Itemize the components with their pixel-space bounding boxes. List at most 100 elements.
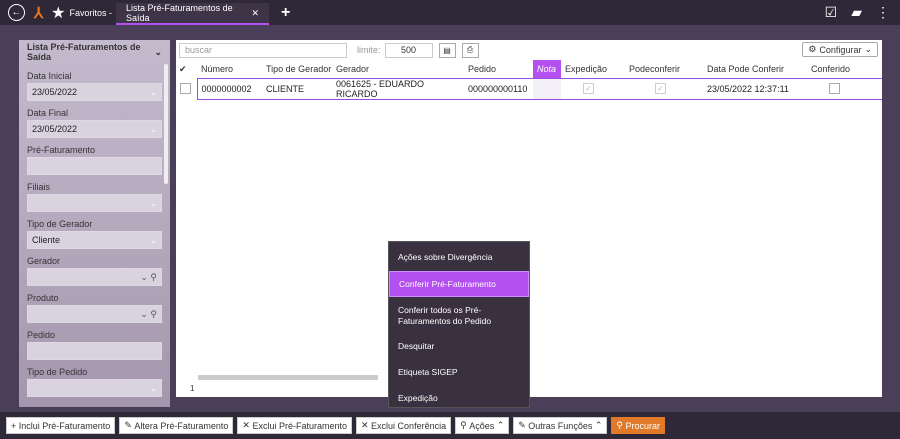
chat-icon[interactable]: ▰ bbox=[851, 4, 862, 21]
chevron-down-icon[interactable]: ⌄ bbox=[150, 125, 157, 134]
filter-input[interactable]: ⌄ bbox=[27, 194, 162, 212]
filter-field: Tipo de Pedido ⌄ bbox=[19, 367, 170, 397]
menu-item-expedicao[interactable]: Expedição bbox=[389, 385, 529, 411]
back-icon[interactable]: ← bbox=[8, 4, 25, 21]
tab-lista-pre-faturamentos[interactable]: Lista Pré-Faturamentos de Saída ✕ bbox=[116, 3, 270, 25]
sidebar-scrollbar[interactable] bbox=[164, 64, 168, 184]
row-checkbox[interactable] bbox=[180, 83, 191, 95]
filter-label: Tipo de Pedido bbox=[27, 367, 88, 377]
chevron-down-icon[interactable]: ⌄ bbox=[150, 236, 157, 245]
table-row[interactable]: 0000000002 CLIENTE 0061625 - EDUARDO RIC… bbox=[176, 77, 882, 100]
col-data-pode-conferir[interactable]: Data Pode Conferir bbox=[703, 60, 807, 78]
filter-input[interactable]: ⌄ ⚲ bbox=[27, 268, 162, 286]
chevron-up-icon: ⌃ bbox=[592, 420, 603, 430]
search-icon: ⚲ bbox=[616, 420, 626, 430]
page-number: 1 bbox=[190, 384, 195, 393]
add-tab-icon[interactable]: + bbox=[281, 4, 290, 22]
chevron-down-icon[interactable]: ⌄ bbox=[150, 384, 157, 393]
filter-label: Data Inicial bbox=[27, 71, 72, 81]
cell-gerador: 0061625 - EDUARDO RICARDO bbox=[332, 77, 464, 100]
col-nota[interactable]: Nota bbox=[533, 60, 561, 78]
filter-field: Data Inicial 23/05/2022 ⌄ bbox=[19, 71, 170, 101]
filter-input[interactable]: Cliente ⌄ bbox=[27, 231, 162, 249]
config-button[interactable]: ⚙ Configurar ⌄ bbox=[802, 42, 878, 57]
col-tipo[interactable]: Tipo de Gerador bbox=[262, 60, 332, 78]
edit-icon: ✎ bbox=[518, 420, 529, 430]
filter-label: Data Final bbox=[27, 108, 69, 118]
plus-icon: + bbox=[11, 420, 19, 431]
filter-label: Filiais bbox=[27, 182, 51, 192]
config-label: Configurar bbox=[819, 44, 862, 55]
chevron-down-icon[interactable]: ⌄ bbox=[154, 47, 162, 58]
chevron-down-icon[interactable]: ⌄ bbox=[150, 199, 157, 208]
filter-field: Tipo de Gerador Cliente ⌄ bbox=[19, 219, 170, 249]
filter-input[interactable] bbox=[27, 342, 162, 360]
limit-label: limite: bbox=[357, 45, 381, 55]
altera-button[interactable]: ✎ Altera Pré-Faturamento bbox=[119, 417, 234, 434]
filter-input[interactable]: ⌄ ⚲ bbox=[27, 305, 162, 323]
exclui-button[interactable]: ✕ Exclui Pré-Faturamento bbox=[237, 417, 352, 434]
clipboard-icon[interactable]: ☑ bbox=[825, 4, 838, 21]
search-icon[interactable]: ⌄ ⚲ bbox=[140, 309, 157, 320]
export-pdf-icon[interactable]: ▤ bbox=[438, 42, 456, 58]
sidebar-title: Lista Pré-Faturamentos de Saída bbox=[27, 42, 141, 62]
select-all-icon[interactable]: ✔ bbox=[176, 60, 197, 78]
filter-label: Pedido bbox=[27, 330, 56, 340]
menu-item-conferir-todos[interactable]: Conferir todos os Pré-Faturamentos do Pe… bbox=[389, 297, 529, 333]
col-numero[interactable]: Número bbox=[197, 60, 262, 78]
col-gerador[interactable]: Gerador bbox=[332, 60, 464, 78]
acoes-button[interactable]: ⚲ Ações ⌃ bbox=[455, 417, 510, 434]
filter-input[interactable] bbox=[27, 157, 162, 175]
cell-numero: 0000000002 bbox=[196, 77, 262, 100]
horizontal-scrollbar[interactable] bbox=[198, 375, 378, 380]
outras-funcoes-button[interactable]: ✎ Outras Funções ⌃ bbox=[513, 417, 608, 434]
exclui-conferencia-button[interactable]: ✕ Exclui Conferência bbox=[356, 417, 452, 434]
logo: ⅄ bbox=[34, 4, 44, 22]
star-icon[interactable]: ★ bbox=[51, 3, 65, 23]
search-input[interactable]: buscar bbox=[179, 42, 347, 58]
exclui-conferencia-label: Exclui Conferência bbox=[371, 420, 447, 431]
filter-field: Gerador ⌄ ⚲ bbox=[19, 256, 170, 286]
search-icon[interactable]: ⌄ ⚲ bbox=[140, 272, 157, 283]
filter-label: Gerador bbox=[27, 256, 61, 266]
x-icon: ✕ bbox=[361, 420, 372, 430]
expedicao-checkbox: ✓ bbox=[583, 83, 594, 95]
menu-item-conferir[interactable]: Conferir Pré-Faturamento bbox=[389, 271, 529, 297]
col-podeconferir[interactable]: Podeconferir bbox=[625, 60, 703, 78]
inclui-button[interactable]: + Inclui Pré-Faturamento bbox=[6, 417, 116, 434]
results-table: ✔ Número Tipo de Gerador Gerador Pedido … bbox=[176, 60, 882, 100]
x-icon: ✕ bbox=[242, 420, 253, 430]
cell-nota bbox=[533, 77, 561, 100]
gear-icon: ⚙ bbox=[808, 44, 817, 54]
chevron-up-icon: ⌃ bbox=[494, 420, 505, 430]
cell-pedido: 000000000110 bbox=[464, 77, 533, 100]
filter-input[interactable]: ⌄ bbox=[27, 379, 162, 397]
filter-input[interactable]: 23/05/2022 ⌄ bbox=[27, 120, 162, 138]
print-icon[interactable]: ⎙ bbox=[461, 42, 479, 58]
filter-field: Pedido bbox=[19, 330, 170, 360]
cell-data: 23/05/2022 12:37:11 bbox=[703, 77, 807, 100]
close-icon[interactable]: ✕ bbox=[251, 8, 259, 19]
menu-item-desquitar[interactable]: Desquitar bbox=[389, 333, 529, 359]
filter-value: Cliente bbox=[32, 235, 61, 245]
filter-label: Pré-Faturamento bbox=[27, 145, 96, 155]
favorites-label[interactable]: Favoritos - bbox=[70, 8, 113, 18]
conferido-checkbox[interactable] bbox=[829, 83, 840, 95]
altera-label: Altera Pré-Faturamento bbox=[134, 420, 229, 431]
col-conferido[interactable]: Conferido bbox=[807, 60, 882, 78]
chevron-down-icon[interactable]: ⌄ bbox=[150, 88, 157, 97]
menu-item-acoes-divergencia[interactable]: Ações sobre Divergência bbox=[389, 243, 529, 271]
filter-field: Produto ⌄ ⚲ bbox=[19, 293, 170, 323]
limit-input[interactable]: 500 bbox=[384, 42, 433, 58]
more-icon[interactable]: ⋮ bbox=[876, 4, 890, 21]
col-pedido[interactable]: Pedido bbox=[464, 60, 533, 78]
actions-menu: Ações sobre Divergência Conferir Pré-Fat… bbox=[388, 241, 530, 408]
menu-item-etiqueta-sigep[interactable]: Etiqueta SIGEP bbox=[389, 359, 529, 385]
filter-field: Filiais ⌄ bbox=[19, 182, 170, 212]
filter-sidebar: Lista Pré-Faturamentos de Saída ⌄ Data In… bbox=[19, 40, 170, 407]
filter-input[interactable]: 23/05/2022 ⌄ bbox=[27, 83, 162, 101]
bulb-icon: ⚲ bbox=[460, 420, 470, 430]
col-expedicao[interactable]: Expedição bbox=[561, 60, 625, 78]
procurar-button[interactable]: ⚲ Procurar bbox=[611, 417, 665, 434]
acoes-label: Ações bbox=[469, 420, 495, 431]
